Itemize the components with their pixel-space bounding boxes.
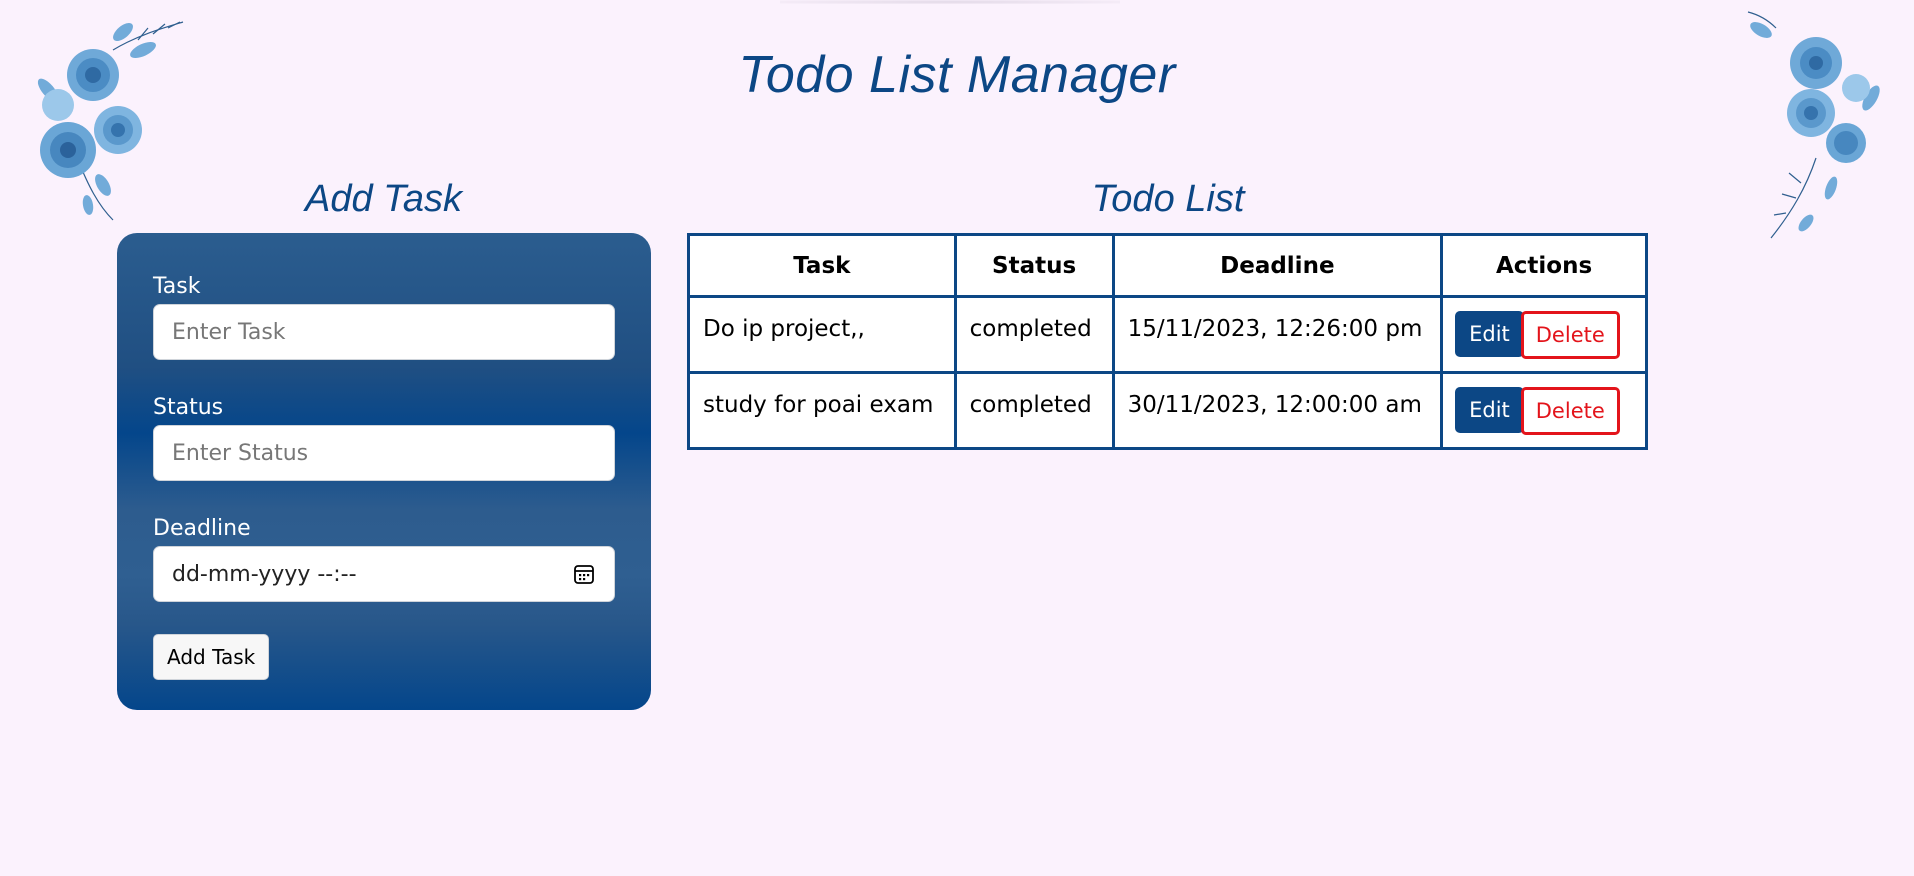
page-title: Todo List Manager xyxy=(738,46,1176,104)
add-task-heading: Add Task xyxy=(304,178,463,220)
task-input[interactable] xyxy=(172,319,596,345)
deadline-input[interactable]: dd-mm-yyyy --:-- xyxy=(153,546,615,602)
table-row: Do ip project,, completed 15/11/2023, 12… xyxy=(687,295,1648,374)
column-header-task: Task xyxy=(687,233,957,298)
delete-button[interactable]: Delete xyxy=(1520,311,1620,359)
add-task-button[interactable]: Add Task xyxy=(153,634,270,680)
deadline-label: Deadline xyxy=(153,516,251,541)
task-label: Task xyxy=(153,274,201,299)
column-header-status: Status xyxy=(953,233,1115,298)
todo-list-heading: Todo List xyxy=(1091,178,1245,220)
status-input[interactable] xyxy=(172,440,596,466)
actions-cell: Edit Delete xyxy=(1440,295,1648,374)
task-cell: Do ip project,, xyxy=(687,295,957,374)
column-header-actions: Actions xyxy=(1440,233,1648,298)
top-shadow-divider xyxy=(780,0,1120,4)
table-row: study for poai exam completed 30/11/2023… xyxy=(687,371,1648,450)
deadline-cell: 15/11/2023, 12:26:00 pm xyxy=(1111,295,1444,374)
edit-button[interactable]: Edit xyxy=(1455,311,1524,357)
todo-table: Task Status Deadline Actions Do ip proje… xyxy=(687,233,1648,450)
add-task-form: Task Status Deadline dd-mm-yyyy --:-- Ad… xyxy=(117,233,651,710)
edit-button[interactable]: Edit xyxy=(1455,387,1524,433)
calendar-icon[interactable] xyxy=(572,562,596,586)
status-cell: completed xyxy=(953,295,1115,374)
actions-cell: Edit Delete xyxy=(1440,371,1648,450)
status-field-wrapper xyxy=(153,425,615,481)
delete-button[interactable]: Delete xyxy=(1520,387,1620,435)
deadline-placeholder: dd-mm-yyyy --:-- xyxy=(172,561,357,587)
column-header-deadline: Deadline xyxy=(1111,233,1444,298)
status-cell: completed xyxy=(953,371,1115,450)
task-cell: study for poai exam xyxy=(687,371,957,450)
table-header-row: Task Status Deadline Actions xyxy=(687,233,1648,298)
task-field-wrapper xyxy=(153,304,615,360)
deadline-cell: 30/11/2023, 12:00:00 am xyxy=(1111,371,1444,450)
status-label: Status xyxy=(153,395,224,420)
